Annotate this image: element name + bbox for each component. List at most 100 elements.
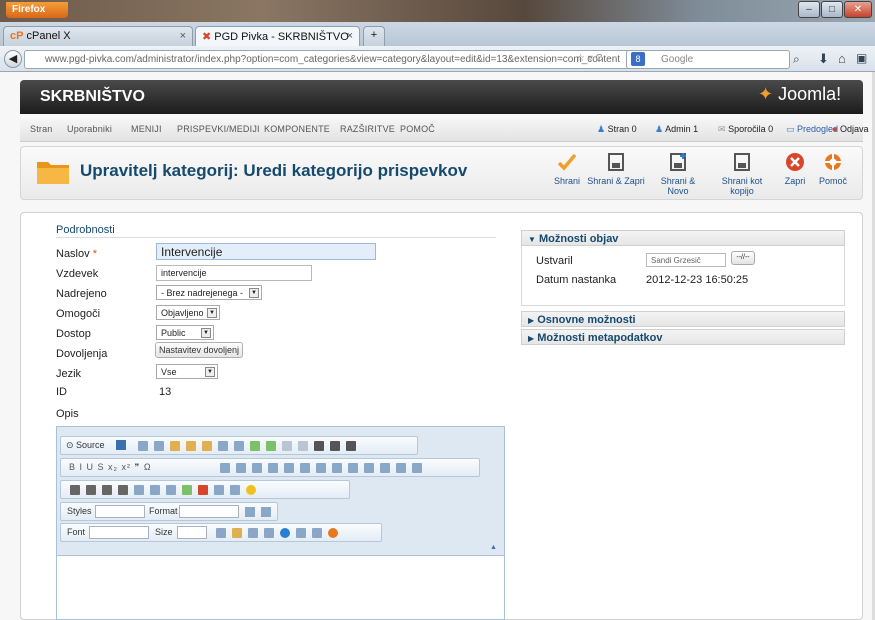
spellcheck-icon[interactable] [250,441,260,452]
cut-icon[interactable] [138,441,148,452]
radio-icon[interactable] [252,463,262,474]
bullet-list-icon[interactable] [380,463,390,474]
help-button[interactable]: Pomoč [818,152,848,186]
url-input[interactable]: www.pgd-pivka.com/administrator/index.ph… [24,50,636,69]
checkbox-icon[interactable] [236,463,246,474]
paste-word-icon[interactable] [202,441,212,452]
new-tab-button[interactable]: + [363,26,385,46]
undo-icon[interactable] [282,441,292,452]
iframe-icon[interactable] [296,528,306,539]
paste-icon[interactable] [170,441,180,452]
status-sporocila[interactable]: ✉ Sporočila 0 [718,124,773,135]
save-button[interactable]: Shrani [551,152,583,186]
menu-item-pomoc[interactable]: POMOČ [400,124,435,134]
div-icon[interactable] [248,528,258,539]
google-engine-icon[interactable]: 8 [631,52,645,66]
back-arrow-icon[interactable]: ◀ [4,50,22,68]
select-all-icon[interactable] [346,441,356,452]
save-new-button[interactable]: Shrani & Novo [650,152,706,196]
flash-icon[interactable] [198,485,208,496]
tab-close-icon[interactable]: × [180,30,186,42]
nadrejeno-select[interactable]: - Brez nadrejenega - ▼ [156,285,262,300]
naslov-input[interactable]: Intervencije [156,243,376,260]
align-right-icon[interactable] [102,485,112,496]
menu-icon[interactable]: ▣ [856,51,867,65]
collapse-toolbar-icon[interactable]: ▲ [490,544,497,551]
preview-icon-editor[interactable] [328,528,338,539]
home-icon[interactable]: ⌂ [838,51,846,66]
save-copy-button[interactable]: Shrani kot kopijo [711,152,773,196]
copy-icon[interactable] [154,441,164,452]
publish-options-header[interactable]: ▼ Možnosti objav [521,230,845,246]
jezik-select[interactable]: Vse ▼ [156,364,218,379]
image-icon[interactable] [182,485,192,496]
print-icon[interactable] [234,441,244,452]
outdent-icon[interactable] [396,463,406,474]
editor-content-area[interactable] [56,555,505,620]
align-center-icon[interactable] [86,485,96,496]
menu-item-stran[interactable]: Stran [30,124,53,134]
about-icon[interactable] [280,528,290,539]
save-close-button[interactable]: Shrani & Zapri [587,152,645,186]
firefox-menu-button[interactable]: Firefox [6,2,68,18]
select-user-button[interactable]: --//-- [731,251,755,265]
source-button[interactable]: ⊙ Source [66,440,105,451]
status-predogled[interactable]: ▭ Predogled [786,124,838,135]
anchor-icon[interactable] [166,485,176,496]
maximize-editor-icon[interactable] [245,507,255,517]
status-admin[interactable]: ♟ Admin 1 [655,124,698,135]
download-arrow-icon[interactable]: ⬇ [818,51,829,67]
justify-icon[interactable] [118,485,128,496]
format-marks[interactable]: B I U S x₂ x² ❞ Ω [69,462,152,473]
metadata-options-header[interactable]: ▶ Možnosti metapodatkov [521,329,845,345]
maximize-icon[interactable]: □ [821,1,843,18]
tab-cpanel[interactable]: cP cPanel X × [3,26,193,46]
close-button[interactable]: Zapri [781,152,809,186]
button-field-icon[interactable] [316,463,326,474]
select-field-icon[interactable] [300,463,310,474]
font-select[interactable] [89,526,149,539]
horizontal-rule-icon[interactable] [230,485,240,496]
bookmark-star-icon[interactable]: ☆ ▿ C [576,53,603,64]
format-select[interactable] [179,505,239,518]
tab-close-icon[interactable]: × [347,30,353,42]
size-select[interactable] [177,526,207,539]
blockquote-icon[interactable] [264,528,274,539]
numbered-list-icon[interactable] [364,463,374,474]
search-input[interactable]: Google [626,50,790,69]
save-disk-icon[interactable] [116,440,126,450]
status-stran[interactable]: ♟ Stran 0 [597,124,637,135]
minimize-icon[interactable]: – [798,1,820,18]
indent-icon[interactable] [412,463,422,474]
show-blocks-icon[interactable] [261,507,271,517]
omogoci-select[interactable]: Objavljeno ▼ [156,305,220,320]
link-icon[interactable] [134,485,144,496]
paste-text-icon[interactable] [186,441,196,452]
textfield-icon[interactable] [268,463,278,474]
scayt-icon[interactable] [266,441,276,452]
author-input[interactable]: Sandi Grzesič [646,253,726,267]
vzdevek-input[interactable]: intervencije [156,265,312,281]
dostop-select[interactable]: Public ▼ [156,325,214,340]
unlink-icon[interactable] [150,485,160,496]
form-icon[interactable] [220,463,230,474]
permissions-button[interactable]: Nastavitev dovoljenj [155,342,243,358]
basic-options-header[interactable]: ▶ Osnovne možnosti [521,311,845,327]
close-window-icon[interactable]: ✕ [844,1,872,18]
menu-item-meniji[interactable]: MENIJI [131,124,162,134]
menu-item-prispevki[interactable]: PRISPEVKI/MEDIJI [177,124,260,134]
hidden-field-icon[interactable] [348,463,358,474]
align-left-icon[interactable] [70,485,80,496]
menu-item-razsiritve[interactable]: RAZŠIRITVE [340,124,395,134]
search-magnifier-icon[interactable]: ⌕ [793,52,800,67]
table-icon[interactable] [214,485,224,496]
styles-select[interactable] [95,505,145,518]
menu-item-uporabniki[interactable]: Uporabniki [67,124,112,134]
image-button-icon[interactable] [332,463,342,474]
page-break-icon[interactable] [312,528,322,539]
background-color-icon[interactable] [232,528,242,539]
redo-icon[interactable] [298,441,308,452]
replace-icon[interactable] [330,441,340,452]
textarea-icon[interactable] [284,463,294,474]
text-color-icon[interactable] [216,528,226,539]
